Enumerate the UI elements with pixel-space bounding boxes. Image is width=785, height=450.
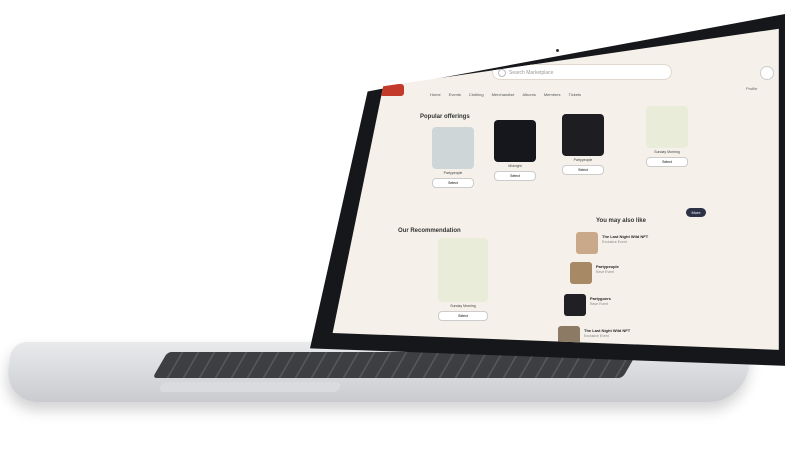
card-title: Midnight: [508, 164, 522, 168]
select-button[interactable]: Select: [494, 171, 536, 181]
search-icon: [498, 69, 506, 77]
nav-tickets[interactable]: Tickets: [569, 92, 582, 97]
item-subtitle: Rave Event: [590, 302, 609, 306]
more-button[interactable]: More: [686, 208, 706, 217]
nav-merch[interactable]: Merchandise: [492, 92, 515, 97]
brand-logo[interactable]: [380, 84, 404, 96]
select-button[interactable]: Select: [438, 311, 488, 321]
nav-events[interactable]: Events: [449, 92, 461, 97]
list-item[interactable]: Partygoers Rave Event: [564, 294, 654, 318]
select-button[interactable]: Select: [562, 165, 604, 175]
popular-card[interactable]: Midnight Select: [494, 120, 536, 181]
recommendation-title: Our Recommendation: [398, 228, 461, 234]
item-image: [564, 294, 586, 316]
item-title: The Last Night Wild NFT: [584, 328, 631, 333]
card-image: [562, 114, 604, 156]
also-like-title: You may also like: [596, 218, 646, 224]
search-placeholder: Search Marketplace: [509, 70, 554, 76]
recommendation-card[interactable]: Sunday Morning Select: [438, 238, 488, 321]
card-image: [438, 238, 488, 302]
nav-clothing[interactable]: Clothing: [469, 92, 484, 97]
list-item[interactable]: The Last Night Wild NFT Exclusive Event: [576, 232, 666, 256]
item-image: [576, 232, 598, 254]
item-subtitle: Rave Event: [596, 270, 615, 274]
main-nav: Home Events Clothing Merchandise Albums …: [430, 92, 581, 97]
card-image: [646, 106, 688, 148]
card-title: Sunday Morning: [654, 150, 680, 154]
card-title: Sunday Morning: [450, 304, 476, 308]
popular-title: Popular offerings: [420, 114, 470, 120]
webcam: [556, 49, 559, 52]
avatar[interactable]: [760, 66, 774, 80]
list-item[interactable]: Partypeople Rave Event: [570, 262, 660, 286]
select-button[interactable]: Select: [432, 178, 474, 188]
item-title: Partypeople: [596, 264, 619, 269]
card-image: [494, 120, 536, 162]
nav-albums[interactable]: Albums: [523, 92, 536, 97]
item-image: [570, 262, 592, 284]
card-image: [432, 127, 474, 169]
item-title: The Last Night Wild NFT: [602, 234, 649, 239]
popular-card[interactable]: Partypeople Select: [432, 127, 474, 188]
card-title: Partypeople: [573, 158, 593, 162]
laptop-screen: Search Marketplace Profile Home Events C…: [332, 28, 779, 350]
select-button[interactable]: Select: [646, 157, 688, 167]
item-title: Partygoers: [590, 296, 611, 301]
nav-members[interactable]: Members: [544, 92, 561, 97]
app-header: Search Marketplace Profile Home Events C…: [380, 62, 779, 102]
item-subtitle: Exclusive Event: [602, 240, 627, 244]
card-title: Partypeople: [443, 171, 463, 175]
popular-card[interactable]: Sunday Morning Select: [646, 106, 688, 167]
popular-card[interactable]: Partypeople Select: [562, 114, 604, 175]
nav-home[interactable]: Home: [430, 92, 441, 97]
laptop-trackpad: [158, 382, 342, 392]
profile-link[interactable]: Profile: [746, 86, 757, 91]
item-subtitle: Exclusive Event: [584, 334, 609, 338]
